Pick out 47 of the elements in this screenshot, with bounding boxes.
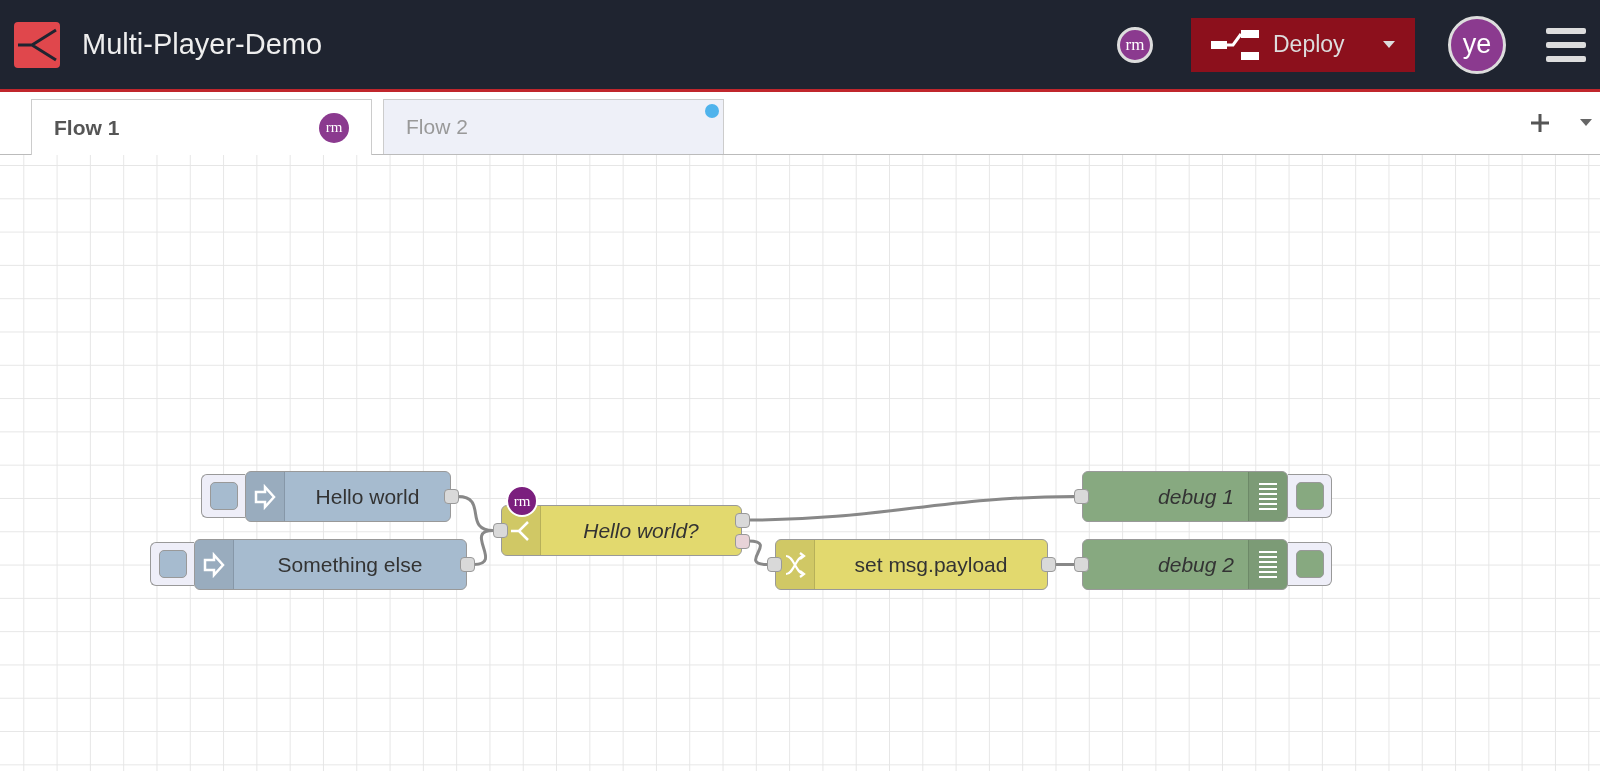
deploy-button[interactable]: Deploy — [1191, 17, 1415, 72]
list-icon — [1258, 549, 1278, 580]
deploy-icon — [1211, 29, 1259, 60]
change-node[interactable]: set msg.payload — [775, 539, 1048, 590]
output-port[interactable] — [1041, 557, 1056, 572]
debug-toggle[interactable] — [1288, 474, 1332, 518]
logo-icon — [14, 21, 60, 68]
user-avatar[interactable]: ye — [1448, 15, 1506, 74]
flow-canvas[interactable]: Hello world Something else Hello world? rm set msg.payload debug 1 debug 2 — [0, 155, 1600, 771]
arrow-icon — [203, 551, 225, 578]
node-label: debug 2 — [1157, 552, 1235, 577]
inject-button[interactable] — [150, 542, 194, 586]
output-port[interactable] — [735, 512, 750, 528]
inject-node[interactable]: Hello world — [245, 471, 451, 522]
node-label: Hello world — [314, 484, 421, 509]
caret-icon[interactable] — [1580, 119, 1592, 127]
debug-toggle[interactable] — [1288, 542, 1332, 586]
inject-node[interactable]: Something else — [194, 539, 467, 590]
node-label: Something else — [276, 552, 424, 577]
add-icon[interactable] — [1530, 113, 1550, 133]
user-badge: rm — [1117, 26, 1153, 63]
list-icon — [1258, 481, 1278, 512]
input-port[interactable] — [1074, 489, 1089, 504]
flow-tab[interactable]: Flow 1 rm — [31, 99, 372, 155]
user-badge: rm — [319, 112, 349, 143]
output-port[interactable] — [460, 557, 475, 572]
wire[interactable] — [748, 539, 768, 566]
debug-node[interactable]: debug 2 — [1082, 539, 1288, 590]
wire[interactable] — [748, 495, 1075, 522]
debug-node[interactable]: debug 1 — [1082, 471, 1288, 522]
shuffle-icon — [784, 551, 806, 578]
node-label: Hello world? — [582, 518, 700, 543]
input-port[interactable] — [767, 557, 782, 572]
menu-icon[interactable] — [1546, 27, 1586, 62]
node-label: debug 1 — [1157, 484, 1235, 509]
user-badge: rm — [506, 485, 538, 517]
switch-node[interactable]: Hello world? — [501, 505, 742, 556]
input-port[interactable] — [1074, 557, 1089, 572]
caret-icon — [1383, 40, 1395, 49]
node-label: set msg.payload — [853, 552, 1009, 577]
output-port[interactable] — [444, 489, 459, 504]
output-port[interactable] — [735, 533, 750, 549]
arrow-icon — [254, 483, 276, 510]
project-title: Multi-Player-Demo — [82, 28, 324, 61]
inject-button[interactable] — [201, 474, 245, 518]
input-port[interactable] — [493, 523, 508, 538]
wire[interactable] — [473, 529, 494, 566]
